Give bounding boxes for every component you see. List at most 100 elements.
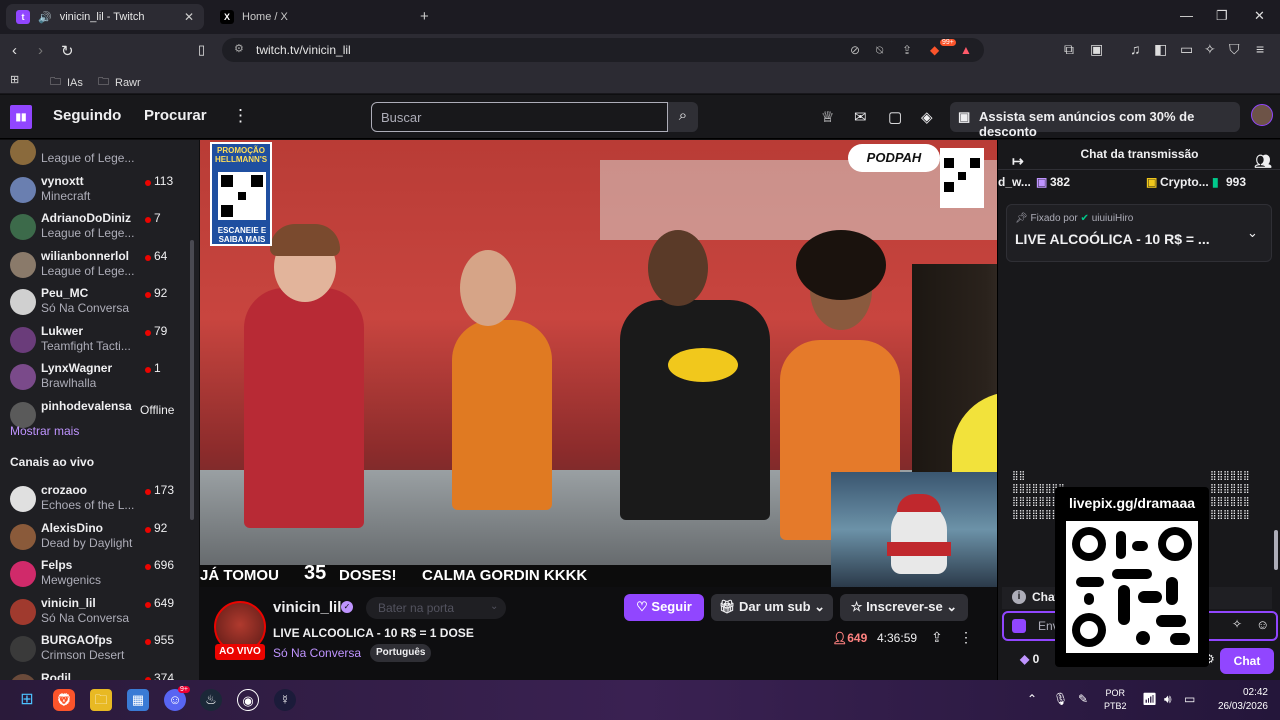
ms-store-icon[interactable]: ▦ — [127, 689, 149, 711]
apps-grid-icon[interactable]: ⊞ — [10, 73, 19, 86]
sidebar-channel[interactable]: vynoxtt Minecraft 113 — [0, 171, 199, 209]
show-more-link[interactable]: Mostrar mais — [10, 424, 79, 438]
stream-category[interactable]: Só Na Conversa — [273, 646, 361, 660]
more-options-icon[interactable]: ⋮ — [232, 106, 249, 126]
collapse-chat-icon[interactable]: ↦ — [1012, 147, 1024, 175]
microphone-icon[interactable]: 🎙︎ — [1053, 692, 1068, 706]
minimize-icon[interactable]: — — [1180, 8, 1193, 23]
video-player[interactable]: PROMOÇÃO HELLMANN'S ESCANEIE E SAIBA MAI… — [200, 140, 997, 587]
sidebar-channel[interactable]: crozaoo Echoes of the L... 173 — [0, 480, 199, 518]
more-options-icon[interactable]: ⋮ — [959, 629, 973, 646]
brave-shields-icon[interactable]: ◆ — [930, 43, 939, 57]
sidebar-channel[interactable]: Lukwer Teamfight Tacti... 79 — [0, 321, 199, 359]
extensions-icon[interactable]: ⧉ — [1064, 41, 1074, 58]
sidebar-channel[interactable]: LynxWagner Brawlhalla 1 — [0, 358, 199, 396]
close-tab-icon[interactable]: ✕ — [184, 10, 194, 24]
user-avatar[interactable] — [1251, 104, 1273, 126]
folder-icon: 🗀 — [98, 76, 109, 88]
ad-free-promo-button[interactable]: ▣ Assista sem anúncios com 30% de descon… — [950, 102, 1240, 139]
sidebar-channel[interactable]: Peu_MC Só Na Conversa 92 — [0, 283, 199, 321]
sidebar-channel[interactable]: vinicin_lil Só Na Conversa 649 — [0, 593, 199, 631]
steam-icon[interactable]: ♨ — [200, 689, 222, 711]
tab-twitch[interactable]: t 🔊 vinicin_lil - Twitch ✕ — [6, 4, 204, 30]
sidebar-channel[interactable]: AdrianoDoDiniz League of Lege... 7 — [0, 208, 199, 246]
notifications-off-icon[interactable]: ⍉ — [876, 43, 883, 58]
knock-door-button[interactable]: Bater na porta ⌄ — [366, 597, 506, 619]
leo-ai-icon[interactable]: ✧ — [1204, 41, 1216, 58]
sidebar-channel[interactable]: AlexisDino Dead by Daylight 92 — [0, 518, 199, 556]
whispers-icon[interactable]: ▢ — [888, 108, 902, 126]
app-icon[interactable]: ☿ — [274, 689, 296, 711]
follow-button[interactable]: ♡ Seguir — [624, 594, 704, 621]
pen-icon[interactable]: ✎ — [1078, 692, 1088, 706]
chat-send-button[interactable]: Chat — [1220, 648, 1274, 674]
cast-off-icon[interactable]: ⊘ — [850, 43, 860, 57]
screenshot-icon[interactable]: ▣ — [1090, 41, 1103, 58]
reload-icon[interactable]: ↻ — [61, 42, 74, 60]
tray-overflow-icon[interactable]: ⌃ — [1027, 692, 1037, 706]
volume-icon[interactable]: 🔊︎ — [1164, 692, 1172, 707]
leader-name[interactable]: Crypto... — [1160, 175, 1209, 189]
back-icon[interactable]: ‹ — [12, 42, 17, 59]
music-icon[interactable]: ♫ — [1130, 41, 1141, 57]
share-icon[interactable]: ⇪ — [931, 629, 943, 646]
sidebar-channel[interactable]: BURGAOfps Crimson Desert 955 — [0, 630, 199, 668]
bookmark-folder-ias[interactable]: 🗀 IAs — [50, 73, 83, 92]
file-explorer-icon[interactable]: 🗀 — [90, 689, 112, 711]
hellmanns-title: PROMOÇÃO HELLMANN'S — [214, 146, 268, 164]
share-icon[interactable]: ⇪ — [902, 43, 912, 57]
close-window-icon[interactable]: ✕ — [1254, 8, 1265, 24]
bits-icon[interactable]: ◈ — [921, 108, 933, 126]
nav-browse[interactable]: Procurar — [144, 107, 207, 124]
emote-sparkle-icon[interactable]: ✧ — [1232, 617, 1242, 631]
obs-icon[interactable]: ◉ — [237, 689, 259, 711]
brave-rewards-icon[interactable]: ▲ — [960, 43, 972, 57]
twitch-logo-icon[interactable]: ▮▮ — [10, 105, 32, 129]
battery-icon[interactable]: ▭ — [1184, 692, 1195, 706]
new-tab-icon[interactable]: + — [420, 8, 429, 25]
windows-start-icon[interactable]: ⊞ — [16, 689, 38, 711]
nav-following[interactable]: Seguindo — [53, 107, 121, 124]
sidebar-channel[interactable]: Felps Mewgenics 696 — [0, 555, 199, 593]
sidebar-channel[interactable]: League of Lege... — [0, 140, 199, 171]
leader-name[interactable]: d_w... — [998, 175, 1031, 189]
inbox-icon[interactable]: ✉ — [854, 108, 867, 126]
knock-label: Bater na porta — [378, 601, 455, 615]
input-language[interactable]: POR PTB2 — [1104, 687, 1127, 713]
channel-avatar — [10, 289, 36, 315]
menu-icon[interactable]: ≡ — [1256, 41, 1264, 57]
bookmark-icon[interactable]: ▯ — [198, 42, 205, 58]
forward-icon[interactable]: › — [38, 42, 43, 59]
sidebar-channel[interactable]: wilianbonnerlol League of Lege... 64 — [0, 246, 199, 284]
system-clock[interactable]: 02:42 26/03/2026 — [1210, 686, 1268, 714]
speaker-icon[interactable]: 🔊 — [38, 11, 52, 24]
live-dot-icon — [145, 639, 151, 645]
streamer-name[interactable]: vinicin_lil — [273, 599, 341, 616]
bookmark-folder-rawr[interactable]: 🗀 Rawr — [98, 73, 141, 92]
pinned-message[interactable]: 📌︎ Fixado por ✔ uiuiuiHiro LIVE ALCOÓLIC… — [1006, 204, 1272, 262]
brave-browser-icon[interactable]: 🦁︎ — [53, 689, 75, 711]
channel-points[interactable]: ◆ 0 — [1020, 652, 1039, 666]
gift-sub-button[interactable]: 🎁︎ Dar um sub ⌄ — [711, 594, 833, 621]
emote-picker-icon[interactable]: ☺ — [1256, 617, 1269, 632]
sidebar-toggle-icon[interactable]: ◧ — [1154, 41, 1167, 58]
community-icon[interactable]: 👥︎ — [1254, 147, 1272, 175]
url-field[interactable]: ⚙ twitch.tv/vinicin_lil ⊘ ⍉ ⇪ ◆ 99+ ▲ — [222, 38, 984, 62]
vpn-icon[interactable]: ⛉ — [1229, 41, 1240, 58]
sidebar-channel[interactable]: Rodil 374 — [0, 668, 199, 680]
prime-crown-icon[interactable]: ♕ — [821, 108, 834, 126]
tab-x[interactable]: X Home / X — [210, 4, 410, 30]
search-icon[interactable]: ⌕ — [668, 102, 698, 132]
site-info-icon[interactable]: ⚙ — [234, 42, 244, 55]
subscribe-button[interactable]: ☆ Inscrever-se ⌄ — [840, 594, 968, 621]
sidebar-scrollbar[interactable] — [190, 240, 194, 520]
maximize-icon[interactable]: ❐ — [1216, 8, 1228, 24]
wifi-icon[interactable]: 📶︎ — [1142, 692, 1157, 706]
wallet-icon[interactable]: ▭ — [1180, 41, 1193, 58]
bits-icon[interactable] — [1012, 619, 1026, 633]
chevron-down-icon[interactable]: ⌄ — [1247, 225, 1258, 241]
chat-scrollbar[interactable] — [1274, 530, 1278, 570]
search-input[interactable]: Buscar — [371, 102, 668, 132]
kitchen-shelf — [600, 160, 997, 240]
language-tag[interactable]: Português — [370, 644, 432, 662]
